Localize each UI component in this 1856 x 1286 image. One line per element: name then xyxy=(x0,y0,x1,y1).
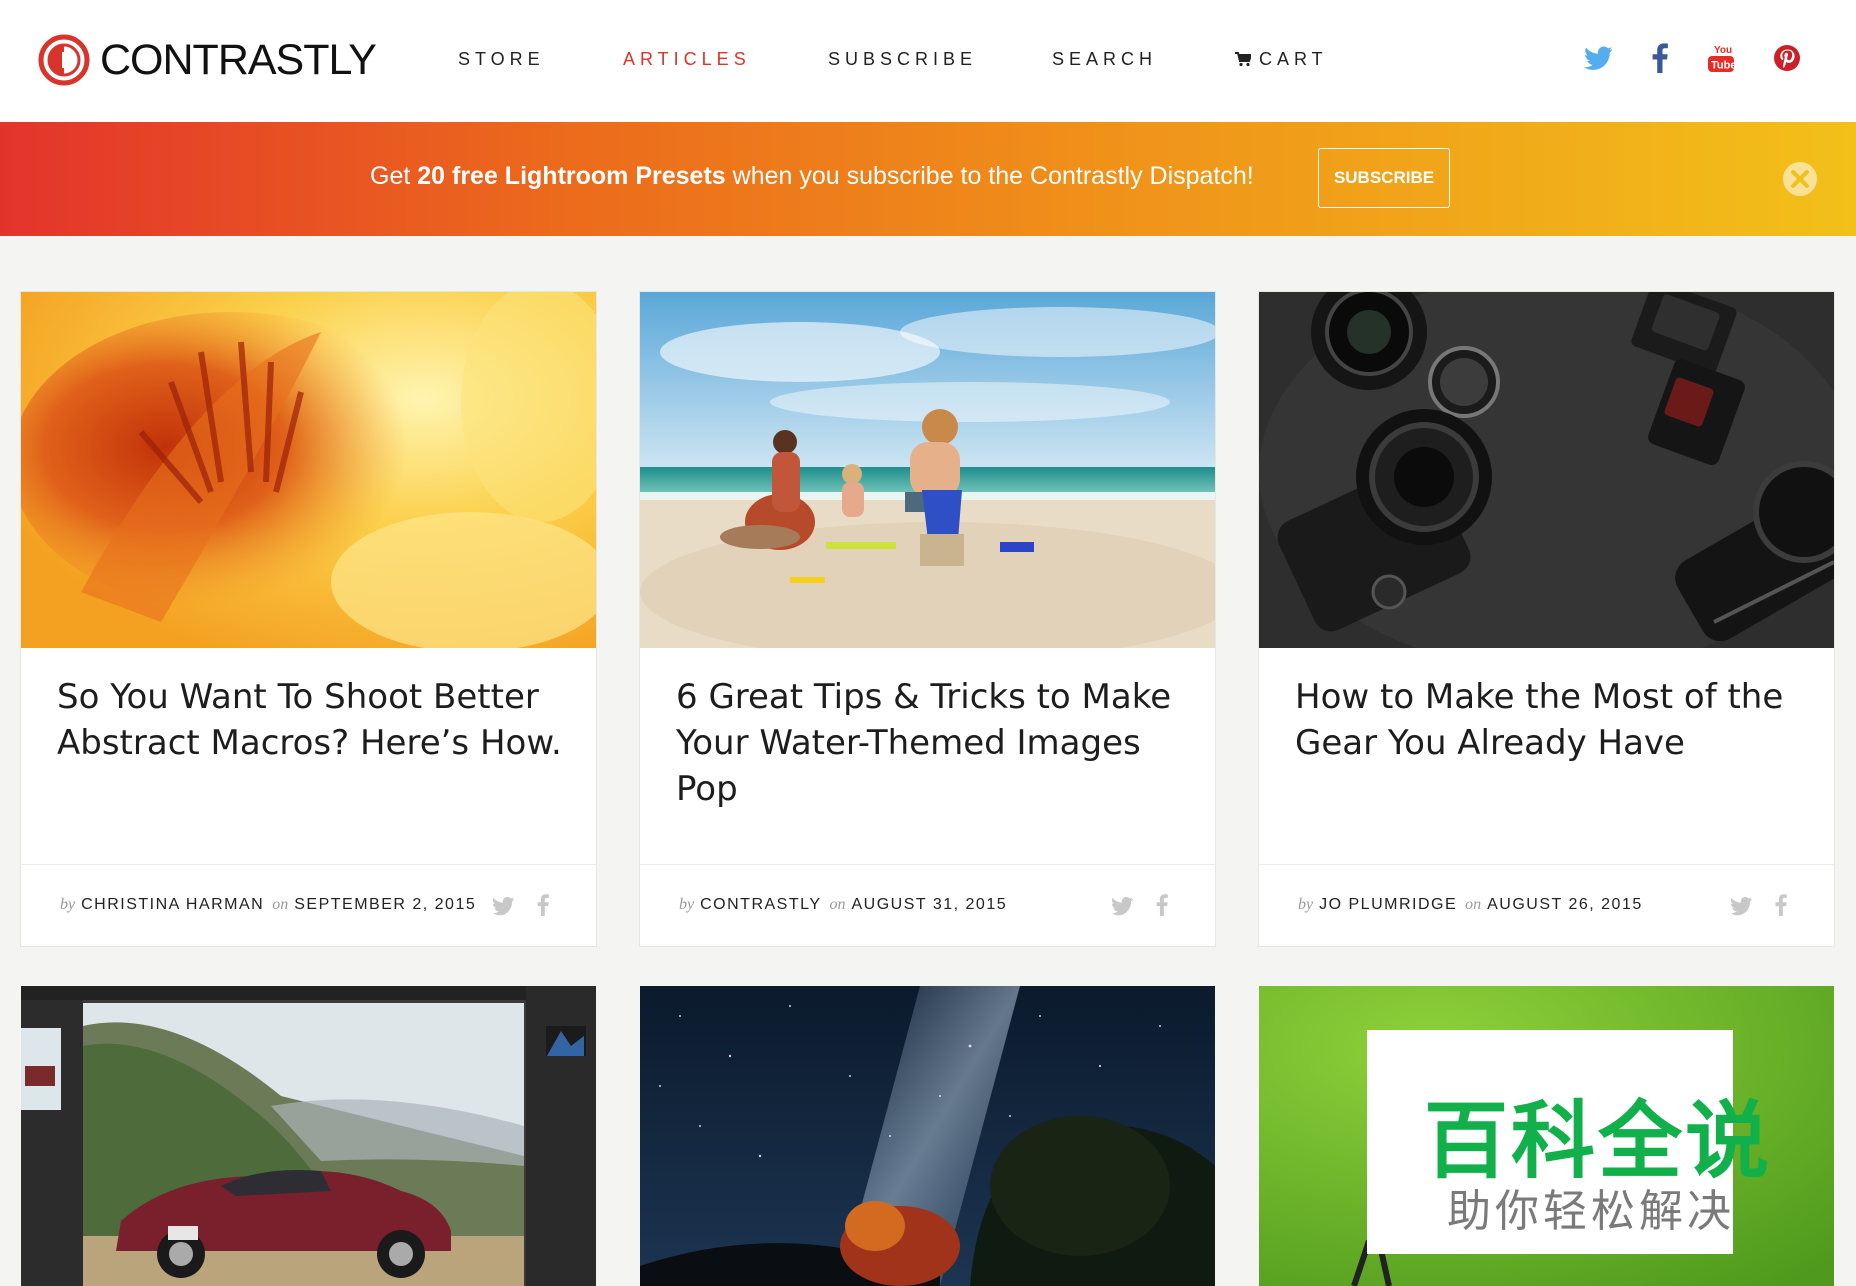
banner-text-bold: 20 free Lightroom Presets xyxy=(417,162,726,190)
banner-text-after: when you subscribe to the Contrastly Dis… xyxy=(725,162,1254,190)
nav-cart[interactable]: CART xyxy=(1235,49,1328,70)
logo[interactable]: CONTRASTLY xyxy=(38,34,377,86)
twitter-icon[interactable] xyxy=(1582,42,1614,74)
share-twitter-icon[interactable] xyxy=(1731,896,1753,916)
publish-date: AUGUST 26, 2015 xyxy=(1487,896,1643,913)
facebook-icon[interactable] xyxy=(1644,42,1676,74)
nav-store[interactable]: STORE xyxy=(458,49,545,70)
camera-gear-image[interactable] xyxy=(1259,292,1834,648)
on-label: on xyxy=(1465,896,1482,913)
article-title[interactable]: So You Want To Shoot Better Abstract Mac… xyxy=(57,674,567,766)
watermark-sub-text: 助你轻松解决 xyxy=(1447,1186,1735,1237)
banner-subscribe-button[interactable]: SUBSCRIBE xyxy=(1318,148,1450,208)
byline: by CONTRASTLY on AUGUST 31, 2015 xyxy=(679,896,1007,914)
by-label: by xyxy=(679,896,695,913)
share-facebook-icon[interactable] xyxy=(1155,894,1169,916)
nav-articles[interactable]: ARTICLES xyxy=(623,49,751,70)
on-label: on xyxy=(272,896,289,913)
byline: by JO PLUMRIDGE on AUGUST 26, 2015 xyxy=(1298,896,1643,914)
article-meta: by JO PLUMRIDGE on AUGUST 26, 2015 xyxy=(1259,864,1834,946)
contrastly-logo-icon xyxy=(38,34,90,86)
share-facebook-icon[interactable] xyxy=(536,894,550,916)
svg-text:Tube: Tube xyxy=(1711,60,1735,72)
article-title[interactable]: How to Make the Most of the Gear You Alr… xyxy=(1295,674,1805,766)
nav-search[interactable]: SEARCH xyxy=(1052,49,1157,70)
watermark-overlay: 百科全说 助你轻松解决 xyxy=(1367,1030,1769,1254)
article-card[interactable]: How to Make the Most of the Gear You Alr… xyxy=(1259,292,1834,946)
share-twitter-icon[interactable] xyxy=(493,896,515,916)
nav-subscribe[interactable]: SUBSCRIBE xyxy=(828,49,977,70)
share-facebook-icon[interactable] xyxy=(1774,894,1788,916)
on-label: on xyxy=(829,896,846,913)
article-card[interactable]: So You Want To Shoot Better Abstract Mac… xyxy=(21,292,596,946)
site-header: CONTRASTLY STORE ARTICLES SUBSCRIBE SEAR… xyxy=(0,0,1856,122)
nav-cart-label: CART xyxy=(1259,49,1328,69)
close-icon[interactable] xyxy=(1782,161,1818,197)
logo-text: CONTRASTLY xyxy=(100,35,377,84)
article-meta: by CHRISTINA HARMAN on SEPTEMBER 2, 2015 xyxy=(21,864,596,946)
publish-date: AUGUST 31, 2015 xyxy=(851,896,1008,913)
share-twitter-icon[interactable] xyxy=(1112,896,1134,916)
author-name[interactable]: JO PLUMRIDGE xyxy=(1319,896,1457,913)
author-name[interactable]: CONTRASTLY xyxy=(700,896,821,913)
article-title[interactable]: 6 Great Tips & Tricks to Make Your Water… xyxy=(676,674,1186,812)
byline: by CHRISTINA HARMAN on SEPTEMBER 2, 2015 xyxy=(60,896,476,914)
by-label: by xyxy=(1298,896,1314,913)
article-card[interactable]: 6 Great Tips & Tricks to Make Your Water… xyxy=(640,292,1215,946)
abstract-macro-flower-image[interactable] xyxy=(21,292,596,648)
banner-text-before: Get xyxy=(370,162,418,190)
article-meta: by CONTRASTLY on AUGUST 31, 2015 xyxy=(640,864,1215,946)
lightroom-car-image[interactable] xyxy=(21,986,596,1286)
banner-message: Get 20 free Lightroom Presets when you s… xyxy=(370,162,1254,191)
youtube-icon[interactable]: You Tube xyxy=(1705,42,1737,74)
author-name[interactable]: CHRISTINA HARMAN xyxy=(81,896,264,913)
svg-text:You: You xyxy=(1714,45,1732,56)
cart-icon xyxy=(1235,52,1251,67)
by-label: by xyxy=(60,896,76,913)
publish-date: SEPTEMBER 2, 2015 xyxy=(294,896,477,913)
promo-banner: Get 20 free Lightroom Presets when you s… xyxy=(0,122,1856,236)
beach-children-image[interactable] xyxy=(640,292,1215,648)
pinterest-icon[interactable] xyxy=(1771,42,1803,74)
milky-way-night-image[interactable] xyxy=(640,986,1215,1286)
